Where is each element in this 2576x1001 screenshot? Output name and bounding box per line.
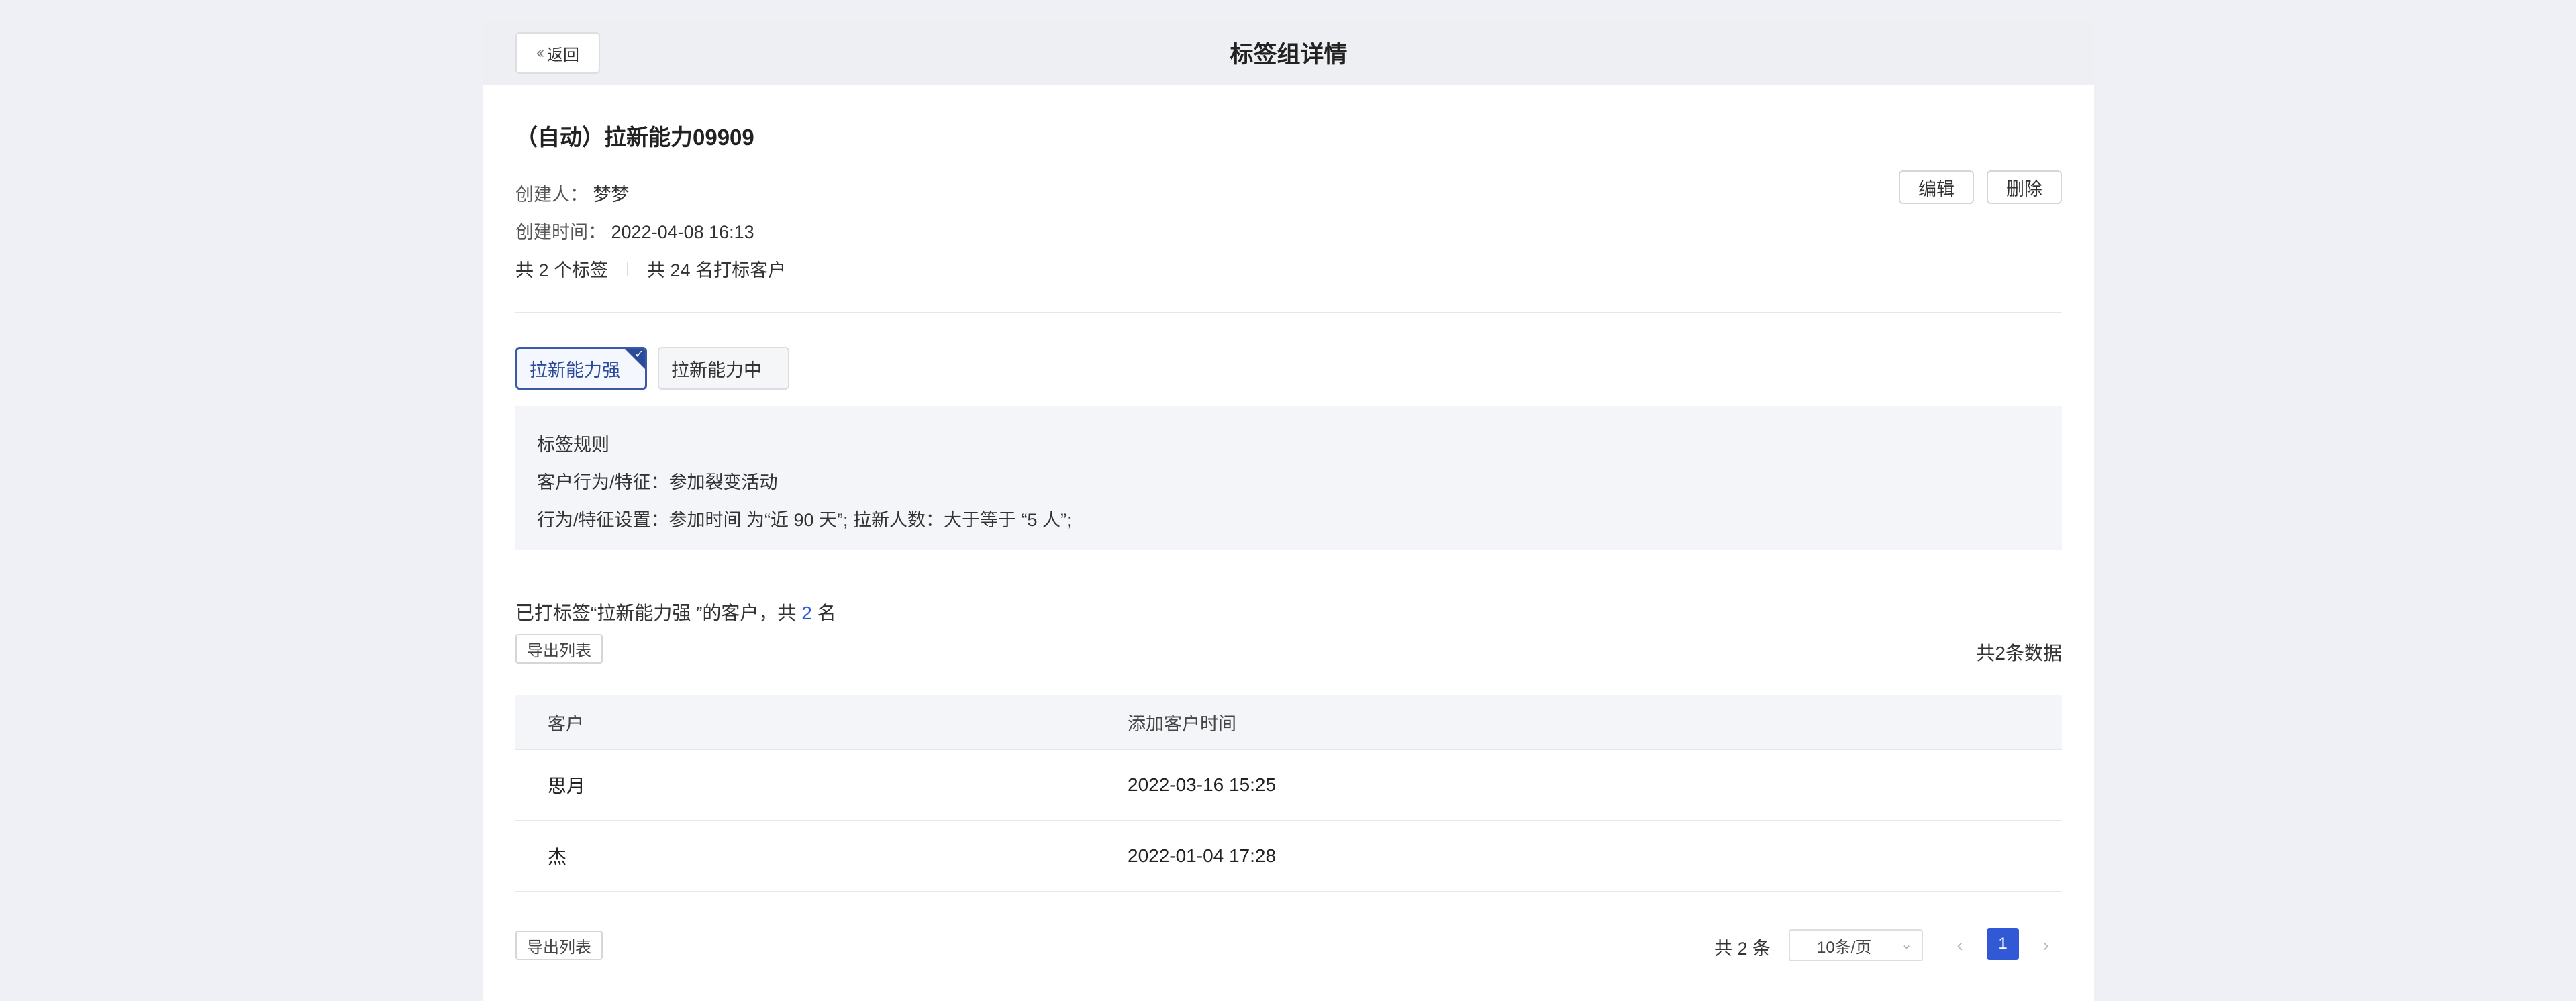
check-icon: ✓ [634,349,644,360]
customer-name: 杰 [548,847,567,867]
pagination-total: 共 2 条 [1714,939,1771,959]
chevron-left-icon: ‹ [1956,935,1963,955]
page-size-value: 10条/页 [1817,938,1872,957]
edit-button[interactable]: 编辑 [1899,170,1974,204]
section-divider [515,312,2062,313]
rule-title: 标签规则 [537,435,609,455]
tag-chip[interactable]: 拉新能力中 [658,347,789,390]
rule-setting: 行为/特征设置：参加时间 为“近 90 天”; 拉新人数：大于等于 “5 人”; [537,510,1072,530]
customer-table: 客户 添加客户时间 思月 2022-03-16 15:25 杰 2022-01-… [515,695,2062,892]
page-number-current[interactable]: 1 [1987,928,2019,960]
page-header: 标签组详情 ‹‹ 返回 [483,20,2094,85]
table-header: 客户 添加客户时间 [515,695,2062,750]
rule-behavior: 客户行为/特征：参加裂变活动 [537,472,778,492]
chevron-down-icon: ⌄ [1901,937,1912,952]
total-data-count: 共2条数据 [1976,643,2062,664]
created-time-label: 创建时间： [515,222,606,242]
add-time: 2022-03-16 15:25 [1128,774,1277,795]
double-chevron-left-icon: ‹‹ [536,44,544,62]
customer-name: 思月 [548,776,586,796]
summary-suffix: 名 [811,602,836,623]
tag-chip-selected[interactable]: 拉新能力强 ✓ [515,347,647,390]
created-time-info: 创建时间： 2022-04-08 16:13 [515,217,754,244]
column-header-customer: 客户 [548,713,584,734]
summary-count: 2 [801,602,812,623]
next-page-button[interactable]: › [2032,931,2059,960]
summary-prefix: 已打标签“拉新能力强 ”的客户，共 [515,602,802,623]
table-row[interactable]: 杰 2022-01-04 17:28 [515,821,2062,892]
creator-label: 创建人： [515,185,588,205]
created-time-value: 2022-04-08 16:13 [611,222,754,242]
tag-chip-label: 拉新能力强 [530,360,620,380]
tag-group-name: （自动）拉新能力09909 [515,125,754,150]
tagged-customers-summary: 已打标签“拉新能力强 ”的客户，共 2 名 [515,598,836,625]
creator-info: 创建人： 梦梦 [515,180,630,206]
table-row[interactable]: 思月 2022-03-16 15:25 [515,750,2062,821]
tag-rule-panel: 标签规则 客户行为/特征：参加裂变活动 行为/特征设置：参加时间 为“近 90 … [515,406,2062,550]
column-header-add-time: 添加客户时间 [1128,713,1236,734]
back-label: 返回 [546,46,579,64]
tagged-customer-count: 共 24 名打标客户 [647,260,787,280]
tag-chip-label: 拉新能力中 [671,360,762,380]
delete-button[interactable]: 删除 [1987,170,2062,204]
prev-page-button[interactable]: ‹ [1946,931,1973,960]
page-size-select[interactable]: 10条/页 ⌄ [1789,929,1923,961]
chevron-right-icon: › [2042,935,2049,955]
creator-name: 梦梦 [593,185,630,205]
tag-count: 共 2 个标签 [515,260,609,280]
counts-divider [627,261,629,276]
page-title: 标签组详情 [1230,42,1348,68]
detail-page: 标签组详情 ‹‹ 返回 （自动）拉新能力09909 创建人： 梦梦 创建时间： … [483,20,2094,1001]
export-list-button[interactable]: 导出列表 [515,634,603,664]
add-time: 2022-01-04 17:28 [1128,845,1277,866]
back-button[interactable]: ‹‹ 返回 [515,32,600,74]
counts-info: 共 2 个标签 共 24 名打标客户 [515,256,786,282]
export-list-button-bottom[interactable]: 导出列表 [515,931,603,960]
